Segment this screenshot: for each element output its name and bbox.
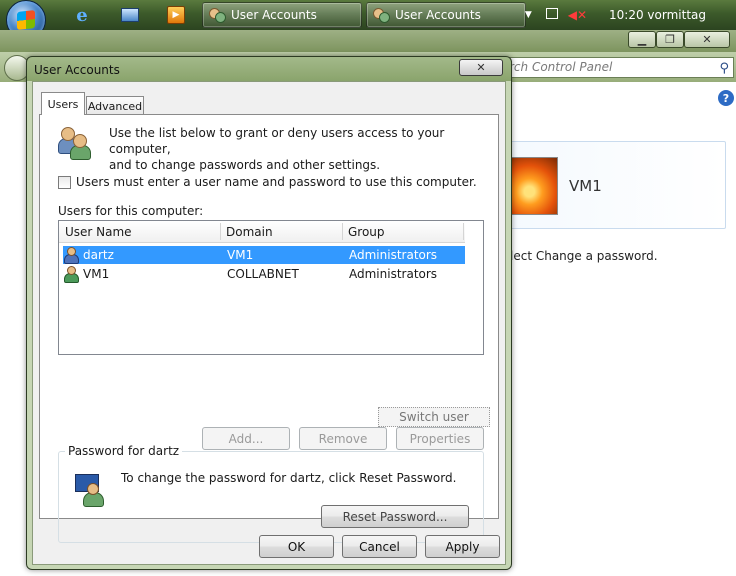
dialog-client-area: Users Advanced Use the list below to gra… — [32, 81, 506, 565]
properties-button[interactable]: Properties — [396, 427, 484, 450]
password-instructions: To change the password for dartz, click … — [121, 471, 457, 485]
taskbar-button-label: User Accounts — [231, 8, 317, 22]
close-icon: ✕ — [476, 61, 486, 74]
password-group-legend: Password for dartz — [65, 444, 183, 458]
require-login-label[interactable]: Users must enter a user name and passwor… — [76, 175, 477, 189]
group-cell: Administrators — [349, 248, 438, 262]
minimize-button[interactable]: ▁ — [628, 31, 656, 48]
switch-user-tooltip: Switch user — [378, 407, 490, 427]
list-header: User Name Domain Group — [59, 221, 465, 243]
taskbar-button-label: User Accounts — [395, 8, 481, 22]
user-list[interactable]: User Name Domain Group dartz VM1 Adminis… — [58, 220, 484, 355]
tray-expand-icon[interactable]: ▼ — [525, 10, 532, 20]
users-tab-panel: Use the list below to grant or deny user… — [39, 114, 499, 543]
internet-explorer-icon[interactable]: e — [72, 5, 92, 26]
user-icon — [63, 247, 79, 264]
user-picture[interactable] — [510, 157, 558, 215]
user-account-card[interactable]: VM1 — [505, 141, 726, 229]
taskbar-button-user-accounts-2[interactable]: User Accounts — [366, 2, 526, 28]
user-name: VM1 — [569, 177, 602, 195]
help-icon[interactable]: ? — [718, 90, 734, 106]
intro-text: Use the list below to grant or deny user… — [109, 125, 489, 173]
users-icon — [58, 125, 92, 160]
password-group: Password for dartz To change the passwor… — [58, 444, 484, 543]
remove-button[interactable]: Remove — [299, 427, 387, 450]
user-name-cell: dartz — [83, 248, 114, 262]
maximize-button[interactable]: ❐ — [656, 31, 684, 48]
intro-line: Use the list below to grant or deny user… — [109, 126, 445, 156]
close-button[interactable]: ✕ — [684, 31, 730, 48]
list-item[interactable]: VM1 COLLABNET Administrators — [63, 265, 465, 283]
cancel-button[interactable]: Cancel — [342, 535, 417, 558]
reset-password-button[interactable]: Reset Password... — [321, 505, 469, 528]
taskbar: e ▶ User Accounts User Accounts ▼ ◀✕ 10:… — [0, 0, 736, 40]
require-login-option[interactable]: Users must enter a user name and passwor… — [58, 175, 477, 189]
list-item[interactable]: dartz VM1 Administrators — [63, 246, 465, 264]
user-accounts-dialog: User Accounts ✕ Users Advanced Use the l… — [26, 56, 512, 570]
search-input[interactable]: rch Control Panel ⚲ — [498, 57, 734, 78]
clock[interactable]: 10:20 vormittag — [609, 8, 706, 22]
user-name-cell: VM1 — [83, 267, 110, 281]
column-header-domain[interactable]: Domain — [226, 225, 273, 239]
taskbar-button-user-accounts[interactable]: User Accounts — [202, 2, 362, 28]
media-player-icon[interactable]: ▶ — [166, 5, 186, 25]
close-button[interactable]: ✕ — [459, 59, 503, 76]
control-panel-titlebar: ▁ ❐ ✕ — [0, 30, 736, 52]
volume-muted-icon[interactable]: ◀✕ — [568, 8, 587, 22]
search-placeholder: rch Control Panel — [509, 60, 613, 74]
password-user-icon — [75, 474, 105, 507]
user-icon — [63, 266, 79, 283]
require-login-checkbox[interactable] — [58, 175, 71, 189]
change-password-hint: lect Change a password. — [510, 249, 658, 263]
show-desktop-icon[interactable] — [120, 5, 140, 25]
apply-button[interactable]: Apply — [425, 535, 500, 558]
user-accounts-icon — [373, 8, 390, 23]
dialog-title: User Accounts — [34, 63, 120, 77]
system-tray: ▼ ◀✕ 10:20 vormittag — [525, 0, 736, 30]
add-user-button[interactable]: Add... — [202, 427, 290, 450]
user-accounts-icon — [209, 8, 226, 23]
tab-users[interactable]: Users — [41, 92, 85, 115]
domain-cell: COLLABNET — [227, 267, 299, 281]
group-cell: Administrators — [349, 267, 438, 281]
windows-logo-icon — [17, 10, 35, 30]
column-header-user-name[interactable]: User Name — [65, 225, 132, 239]
domain-cell: VM1 — [227, 248, 254, 262]
search-icon[interactable]: ⚲ — [719, 59, 729, 78]
column-header-group[interactable]: Group — [348, 225, 385, 239]
tab-advanced[interactable]: Advanced — [86, 96, 144, 116]
ok-button[interactable]: OK — [259, 535, 334, 558]
network-icon[interactable] — [545, 8, 558, 22]
intro-line: and to change passwords and other settin… — [109, 158, 381, 172]
users-list-label: Users for this computer: — [58, 204, 204, 218]
